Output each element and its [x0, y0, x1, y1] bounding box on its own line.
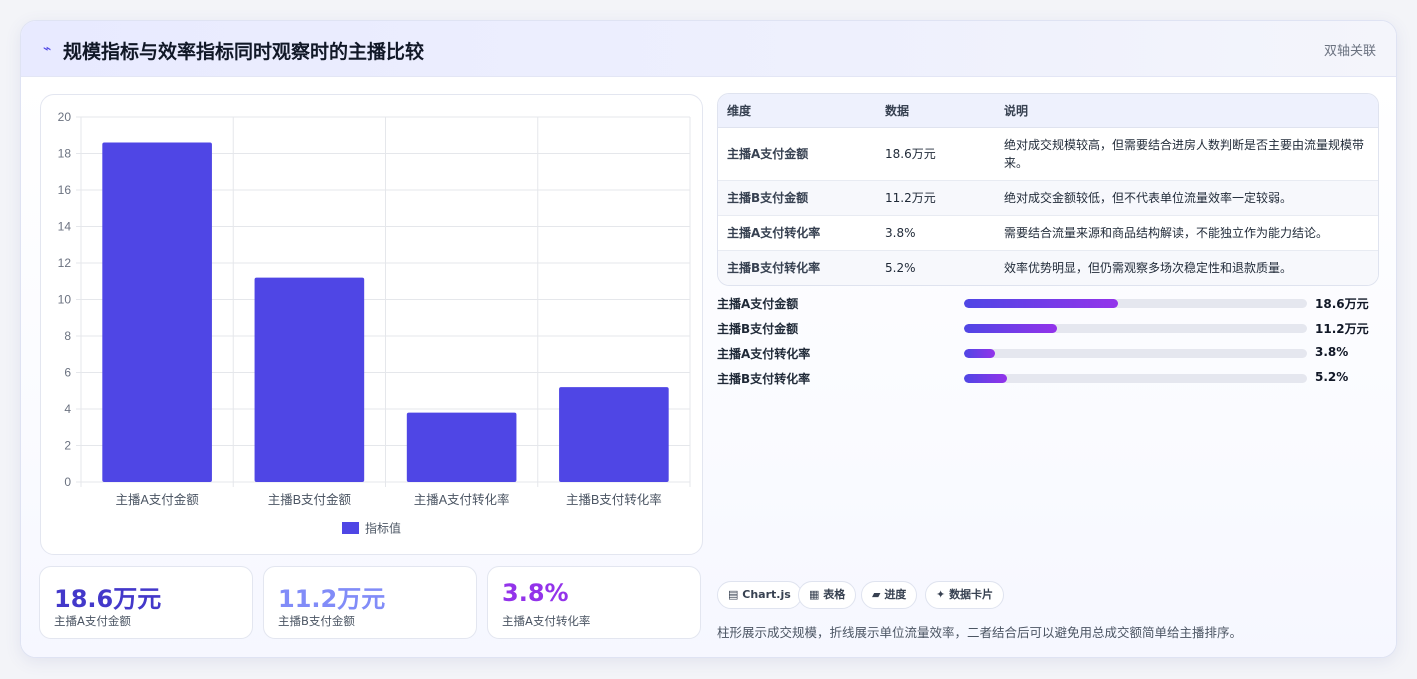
column-header: 维度 [718, 94, 876, 128]
progress-fill [964, 299, 1119, 308]
table-cell: 绝对成交规模较高，但需要结合进房人数判断是否主要由流量规模带来。 [995, 127, 1378, 181]
progress-row: 主播A支付金额 18.6万元 [717, 294, 1369, 314]
progress-label: 主播B支付金额 [717, 322, 799, 336]
chip-progress[interactable]: ▰ 进度 [861, 581, 918, 609]
stat-card: 3.8% 主播A支付转化率 [487, 566, 701, 639]
progress-value: 18.6万元 [1315, 297, 1369, 311]
progress-fill [964, 324, 1057, 333]
y-tick-label: 4 [64, 402, 71, 416]
main-card: ⌁ 规模指标与效率指标同时观察时的主播比较 双轴关联 0 2 4 6 8 10 12 14 16… [20, 20, 1397, 658]
y-tick-label: 10 [58, 293, 72, 307]
stat-label: 主播B支付金额 [278, 614, 355, 628]
table-cell: 主播B支付转化率 [718, 250, 876, 285]
footnote: 柱形展示成交规模，折线展示单位流量效率，二者结合后可以避免用总成交额简单给主播排… [717, 625, 1243, 640]
table-icon: ▦ [809, 588, 820, 601]
x-tick-label: 主播A支付金额 [115, 492, 199, 507]
chip-label: 表格 [823, 588, 846, 601]
table-row: 主播A支付转化率 3.8% 需要结合流量来源和商品结构解读，不能独立作为能力结论… [718, 215, 1378, 251]
y-tick-label: 16 [58, 183, 72, 197]
stat-value: 3.8% [502, 579, 569, 607]
table-header-row: 维度 数据 说明 [718, 94, 1378, 128]
progress-row: 主播B支付金额 11.2万元 [717, 319, 1369, 339]
y-tick-label: 0 [64, 475, 71, 489]
chart-icon: ▤ [728, 588, 739, 601]
y-tick-label: 18 [58, 147, 72, 161]
progress-icon: ▰ [872, 588, 881, 601]
sparkle-icon: ✦ [936, 588, 946, 601]
table-cell: 效率优势明显，但仍需观察多场次稳定性和退款质量。 [995, 250, 1378, 285]
table-row: 主播A支付金额 18.6万元 绝对成交规模较高，但需要结合进房人数判断是否主要由… [718, 127, 1378, 181]
table-cell: 需要结合流量来源和商品结构解读，不能独立作为能力结论。 [995, 215, 1378, 251]
progress-value: 11.2万元 [1315, 322, 1369, 336]
progress-fill [964, 374, 1007, 383]
table-row: 主播B支付金额 11.2万元 绝对成交金额较低，但不代表单位流量效率一定较弱。 [718, 180, 1378, 216]
chip-label: 数据卡片 [949, 588, 994, 601]
table-cell: 绝对成交金额较低，但不代表单位流量效率一定较弱。 [995, 180, 1378, 216]
table-cell: 3.8% [876, 215, 995, 251]
table-cell: 18.6万元 [876, 127, 995, 181]
column-header: 数据 [876, 94, 995, 128]
chip-chartjs[interactable]: ▤ Chart.js [717, 581, 802, 609]
progress-value: 5.2% [1315, 370, 1349, 384]
legend-label: 指标值 [365, 521, 401, 536]
column-header: 说明 [995, 94, 1378, 128]
x-tick-label: 主播B支付金额 [268, 492, 352, 507]
card-header: ⌁ 规模指标与效率指标同时观察时的主播比较 双轴关联 [21, 21, 1396, 77]
table-cell: 11.2万元 [876, 180, 995, 216]
chip-label: 进度 [884, 588, 907, 601]
pulse-icon: ⌁ [43, 41, 52, 57]
progress-fill [964, 349, 995, 358]
bar [102, 142, 212, 483]
x-tick-label: 主播A支付转化率 [414, 492, 510, 507]
stat-label: 主播A支付金额 [54, 614, 131, 628]
progress-row: 主播B支付转化率 5.2% [717, 369, 1367, 389]
table-cell: 主播A支付转化率 [718, 215, 876, 251]
bar-chart-panel: 0 2 4 6 8 10 12 14 16 18 20 主播A支付金额 主播B支付金额 主播A支付转化率 主… [40, 94, 703, 555]
header-tag: 双轴关联 [1323, 44, 1376, 59]
table-cell: 主播A支付金额 [718, 127, 876, 181]
y-tick-label: 12 [58, 256, 72, 270]
table-row: 主播B支付转化率 5.2% 效率优势明显，但仍需观察多场次稳定性和退款质量。 [718, 250, 1378, 285]
bar [559, 387, 669, 482]
stat-value: 18.6万元 [54, 585, 162, 613]
legend-swatch [342, 522, 359, 534]
stat-card: 11.2万元 主播B支付金额 [263, 566, 477, 639]
table-cell: 5.2% [876, 250, 995, 285]
progress-track [964, 324, 1307, 333]
data-table: 维度 数据 说明 主播A支付金额 18.6万元 绝对成交规模较高，但需要结合进房… [717, 93, 1379, 286]
progress-row: 主播A支付转化率 3.8% [717, 344, 1367, 364]
bar [406, 412, 517, 482]
stat-label: 主播A支付转化率 [502, 614, 591, 628]
y-tick-label: 8 [64, 329, 71, 343]
progress-track [964, 349, 1307, 358]
chip-data-cards[interactable]: ✦ 数据卡片 [925, 581, 1005, 609]
progress-value: 3.8% [1315, 345, 1349, 359]
progress-track [964, 299, 1307, 308]
table-cell: 主播B支付金额 [718, 180, 876, 216]
stat-value: 11.2万元 [278, 585, 386, 613]
y-tick-label: 20 [58, 110, 72, 124]
y-tick-label: 2 [64, 439, 71, 453]
y-tick-label: 6 [64, 366, 71, 380]
y-tick-label: 14 [58, 220, 72, 234]
stat-card: 18.6万元 主播A支付金额 [39, 566, 253, 639]
progress-track [964, 374, 1307, 383]
page-title: 规模指标与效率指标同时观察时的主播比较 [63, 41, 425, 63]
progress-label: 主播A支付转化率 [717, 347, 811, 361]
chip-table[interactable]: ▦ 表格 [798, 581, 857, 609]
progress-label: 主播A支付金额 [717, 297, 799, 311]
chip-label: Chart.js [742, 588, 791, 601]
bar-chart: 0 2 4 6 8 10 12 14 16 18 20 主播A支付金额 主播B支付金额 主播A支付转化率 主… [58, 110, 691, 536]
bar [254, 277, 365, 482]
x-tick-label: 主播B支付转化率 [566, 492, 662, 507]
progress-label: 主播B支付转化率 [717, 372, 811, 386]
